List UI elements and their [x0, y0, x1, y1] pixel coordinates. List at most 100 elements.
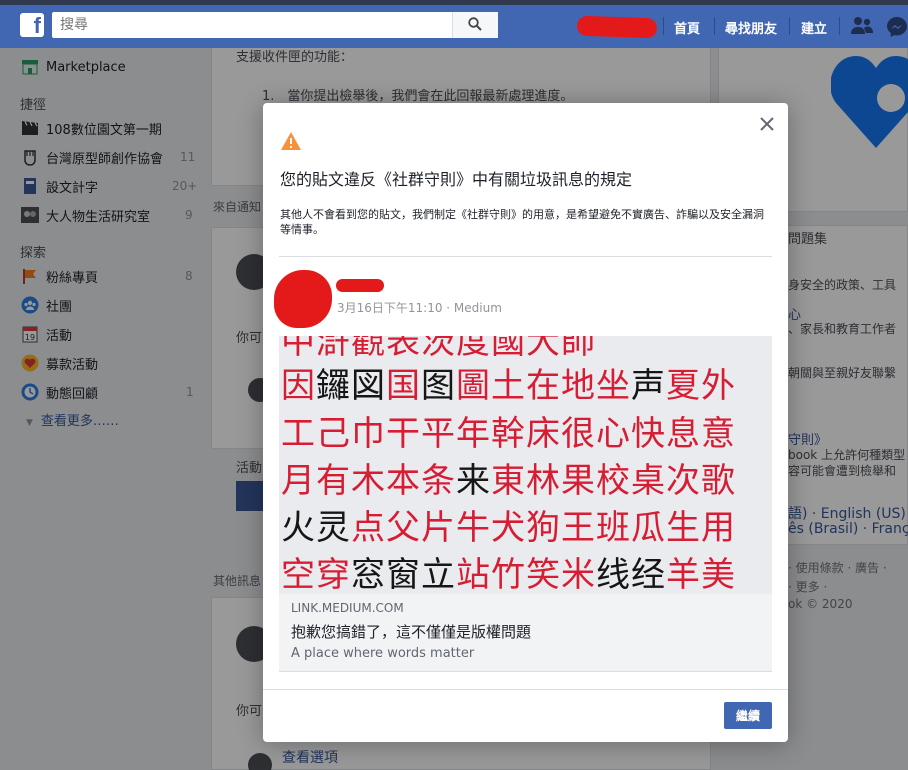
glyph: 狗 — [526, 508, 561, 548]
glyph: 窗 — [386, 555, 421, 594]
search-input[interactable] — [52, 12, 442, 38]
glyph: 工 — [281, 414, 316, 454]
glyph: 東 — [491, 461, 526, 501]
glyph: 线 — [596, 555, 631, 594]
glyph: 本 — [386, 461, 421, 501]
glyph: 瓜 — [631, 508, 666, 548]
nav-divider — [839, 17, 840, 35]
glyph: 灵 — [316, 508, 351, 548]
author-name-redaction[interactable] — [336, 279, 384, 292]
glyph-row: 空穿窓窗立站竹笑米线经羊美 — [281, 547, 736, 594]
glyph: 班 — [596, 508, 631, 548]
glyph: 校 — [596, 461, 631, 501]
glyph: 土 — [491, 366, 526, 406]
glyph: 圖 — [456, 366, 491, 406]
search-icon — [468, 17, 482, 31]
glyph: 果 — [561, 461, 596, 501]
glyph: 用 — [701, 508, 736, 548]
link-subtitle: A place where words matter — [291, 646, 475, 661]
glyph: 月 — [281, 461, 316, 501]
glyph: 床 — [526, 414, 561, 454]
glyph: 幹 — [491, 414, 526, 454]
search-box — [52, 12, 498, 38]
glyph: 竹 — [491, 555, 526, 594]
glyph: 片 — [421, 508, 456, 548]
glyph: 火 — [281, 508, 316, 548]
glyph: 条 — [421, 461, 456, 501]
glyph: 夏 — [666, 366, 701, 406]
glyph: 空 — [281, 555, 316, 594]
continue-button[interactable]: 繼續 — [724, 702, 772, 729]
glyph: 来 — [456, 461, 491, 501]
glyph: 站 — [456, 555, 491, 594]
glyph: 很 — [561, 414, 596, 454]
glyph: 有 — [316, 461, 351, 501]
avatar-redaction[interactable] — [274, 270, 332, 328]
friends-icon[interactable] — [850, 15, 874, 37]
link-domain: LINK.MEDIUM.COM — [291, 601, 404, 615]
nav-home-link[interactable]: 首頁 — [674, 18, 700, 37]
glyph: 桌 — [631, 461, 666, 501]
glyph: 心 — [596, 414, 631, 454]
glyph: 点 — [351, 508, 386, 548]
dialog-title: 您的貼文違反《社群守則》中有關垃圾訊息的規定 — [280, 170, 633, 189]
glyph-row: 工己巾干平年幹床很心快息意 — [281, 406, 736, 455]
glyph: 牛 — [456, 508, 491, 548]
facebook-logo-icon[interactable]: f — [20, 13, 44, 38]
footer-divider — [263, 689, 788, 690]
glyph: 在 — [526, 366, 561, 406]
glyph: 因 — [281, 366, 316, 406]
nav-divider — [789, 17, 790, 35]
glyph: 王 — [561, 508, 596, 548]
glyph-row: 因鑼図国图圖土在地坐声夏外 — [281, 358, 736, 407]
glyph: 平 — [421, 414, 456, 454]
profile-name-redaction[interactable] — [576, 15, 658, 39]
glyph: 図 — [351, 366, 386, 406]
link-preview-image[interactable]: 中滸觀表茨度國大師 因鑼図国图圖土在地坐声夏外 工己巾干平年幹床很心快息意 月有木本条… — [279, 336, 772, 594]
glyph: 穿 — [316, 555, 351, 594]
glyph: 巾 — [351, 414, 386, 454]
glyph: 父 — [386, 508, 421, 548]
glyph: 美 — [701, 555, 736, 594]
dialog-description: 其他人不會看到您的貼文，我們制定《社群守則》的用意，是希望避免不實廣告、詐騙以及… — [280, 208, 764, 236]
glyph: 窓 — [351, 555, 386, 594]
nav-create-link[interactable]: 建立 — [801, 18, 827, 37]
glyph: 干 — [386, 414, 421, 454]
nav-divider — [714, 17, 715, 35]
glyph: 快 — [631, 414, 666, 454]
glyph: 地 — [561, 366, 596, 406]
glyph: 羊 — [666, 555, 701, 594]
glyph: 图 — [421, 366, 456, 406]
glyph: 生 — [666, 508, 701, 548]
glyph: 犬 — [491, 508, 526, 548]
glyph: 经 — [631, 555, 666, 594]
glyph: 次 — [666, 461, 701, 501]
glyph: 己 — [316, 414, 351, 454]
glyph: 意 — [701, 414, 736, 454]
glyph: 林 — [526, 461, 561, 501]
glyph-row: 月有木本条来東林果校桌次歌 — [281, 453, 736, 502]
glyph: 歌 — [701, 461, 736, 501]
post-timestamp[interactable]: 3月16日下午11:10 · Medium — [337, 299, 502, 316]
close-icon[interactable] — [758, 115, 776, 133]
messenger-icon[interactable] — [885, 15, 908, 39]
glyph: 声 — [631, 366, 666, 406]
glyph: 年 — [456, 414, 491, 454]
divider — [279, 256, 772, 257]
glyph-row: 火灵点父片牛犬狗王班瓜生用 — [281, 500, 736, 549]
glyph: 息 — [666, 414, 701, 454]
glyph: 木 — [351, 461, 386, 501]
nav-divider — [663, 17, 664, 35]
glyph: 国 — [386, 366, 421, 406]
glyph: 笑 — [526, 555, 561, 594]
glyph: 坐 — [596, 366, 631, 406]
link-preview-caption[interactable]: LINK.MEDIUM.COM 抱歉您搞錯了，這不僅僅是版權問題 A place… — [279, 594, 772, 672]
link-title: 抱歉您搞錯了，這不僅僅是版權問題 — [291, 623, 532, 641]
search-button[interactable] — [452, 12, 498, 38]
warning-icon — [281, 132, 301, 150]
top-navigation-bar: f 首頁 尋找朋友 建立 — [0, 0, 908, 48]
glyph: 米 — [561, 555, 596, 594]
nav-find-friends-link[interactable]: 尋找朋友 — [725, 18, 777, 37]
glyph: 外 — [701, 366, 736, 406]
violation-dialog: 您的貼文違反《社群守則》中有關垃圾訊息的規定 其他人不會看到您的貼文，我們制定《… — [263, 103, 788, 742]
